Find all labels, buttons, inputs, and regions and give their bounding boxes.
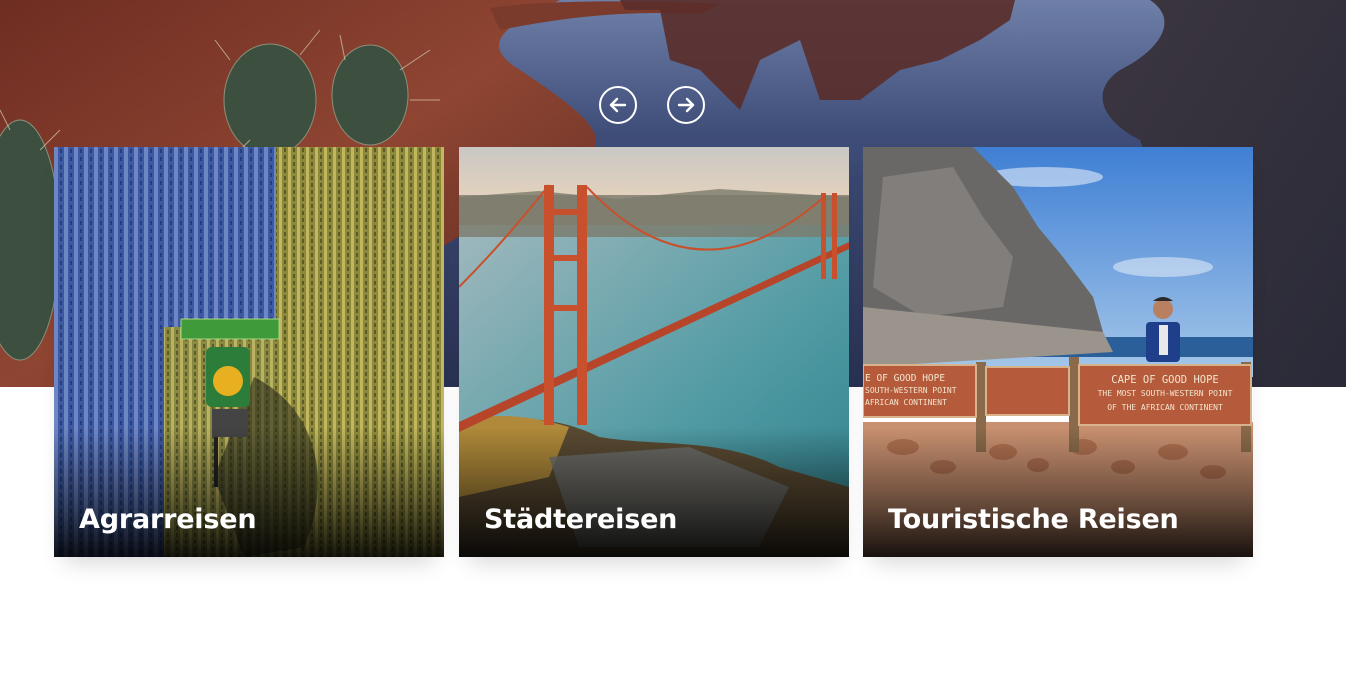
card-title: Touristische Reisen: [888, 504, 1179, 535]
card-title: Agrarreisen: [79, 504, 257, 535]
sign-left-line2: SOUTH-WESTERN POINT: [865, 386, 957, 395]
arrow-left-icon: [609, 97, 627, 113]
sign-right-line3: OF THE AFRICAN CONTINENT: [1107, 403, 1223, 412]
carousel-next-button[interactable]: [667, 86, 705, 124]
page: Agrarreisen Städtereisen E OF GOOD HOPE …: [0, 0, 1346, 691]
card-staedtereisen[interactable]: Städtereisen: [459, 147, 849, 557]
card-agrarreisen[interactable]: Agrarreisen: [54, 147, 444, 557]
arrow-right-icon: [677, 97, 695, 113]
sign-left-line3: AFRICAN CONTINENT: [865, 398, 947, 407]
card-touristische-reisen[interactable]: E OF GOOD HOPE SOUTH-WESTERN POINT AFRIC…: [863, 147, 1253, 557]
carousel-prev-button[interactable]: [599, 86, 637, 124]
sign-left-line1: E OF GOOD HOPE: [865, 373, 946, 384]
card-shade: [459, 427, 849, 557]
card-shade: [54, 427, 444, 557]
sign-left: E OF GOOD HOPE SOUTH-WESTERN POINT AFRIC…: [863, 373, 978, 409]
card-title: Städtereisen: [484, 504, 678, 535]
sign-right-line2: THE MOST SOUTH-WESTERN POINT: [1097, 389, 1233, 398]
sign-right-line1: CAPE OF GOOD HOPE: [1111, 374, 1219, 386]
card-shade: [863, 427, 1253, 557]
sign-right: CAPE OF GOOD HOPE THE MOST SOUTH-WESTERN…: [1079, 373, 1251, 415]
